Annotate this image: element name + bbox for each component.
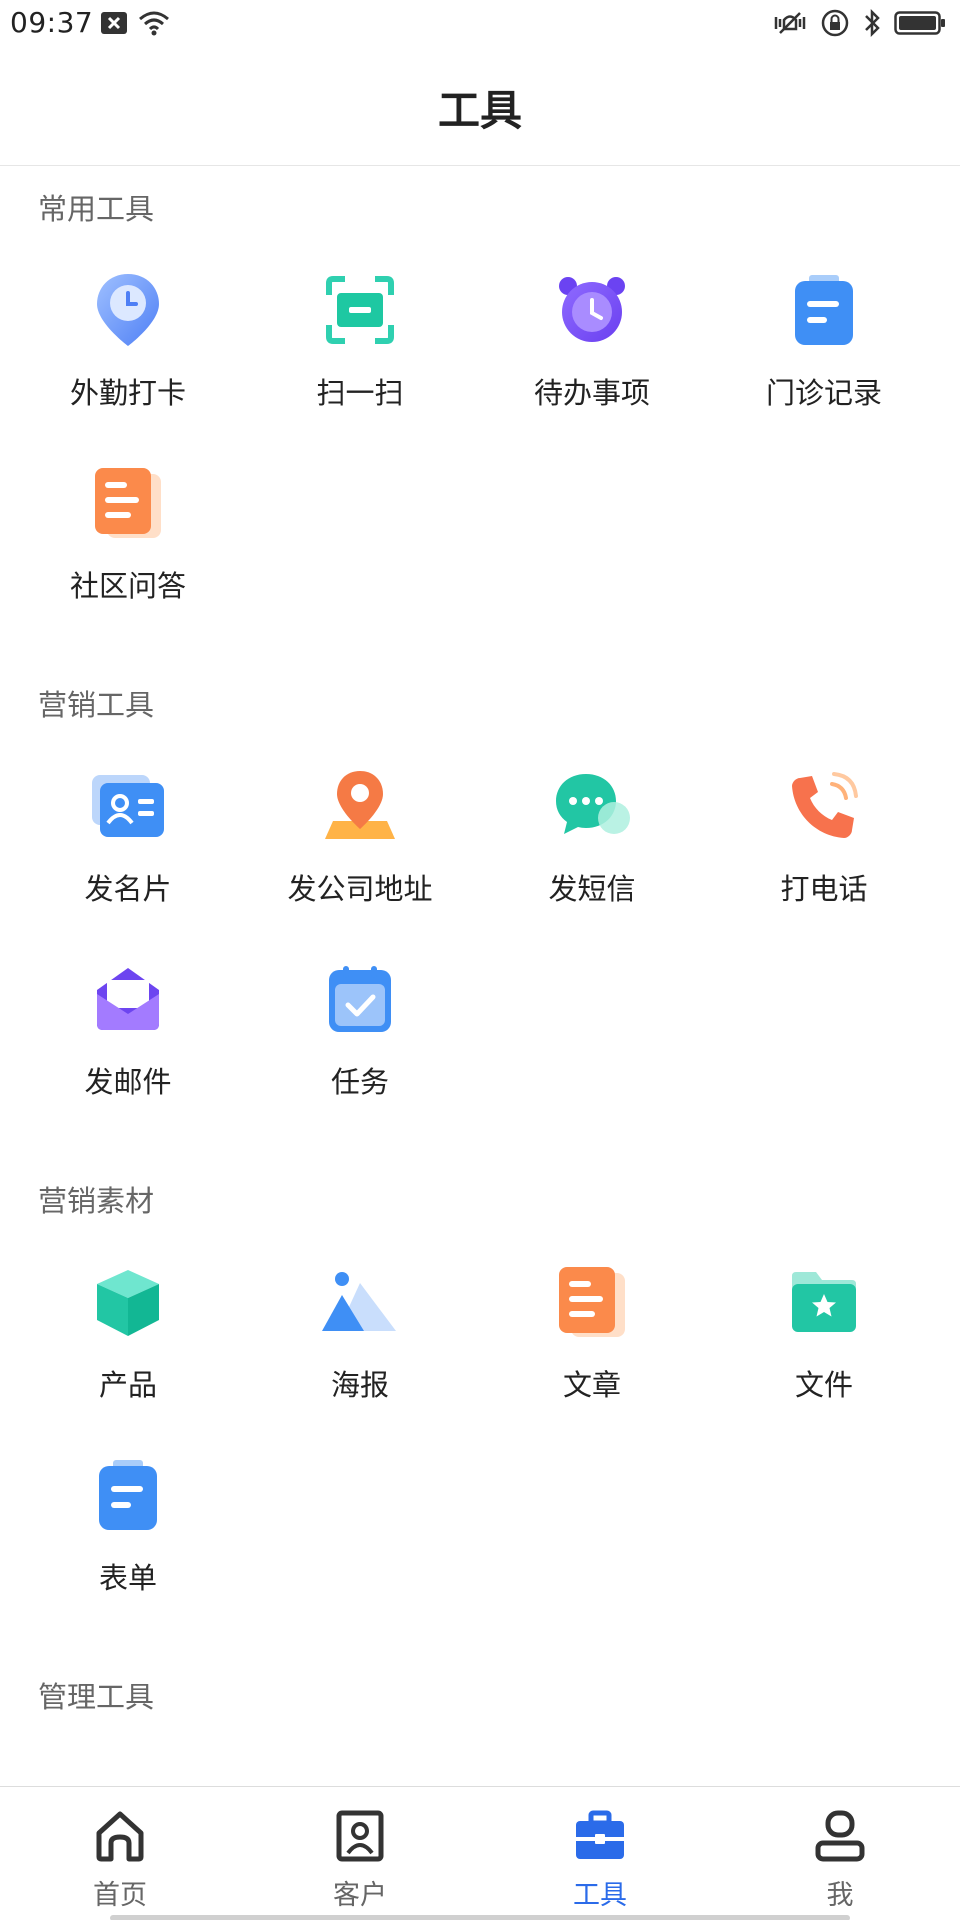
mail-icon [88,959,168,1039]
bottom-nav: 首页 客户 工具 我 [0,1786,960,1920]
business-card-icon [88,766,168,846]
tool-label: 发邮件 [84,1065,172,1099]
tool-poster[interactable]: 海报 [244,1226,476,1419]
tool-product[interactable]: 产品 [12,1226,244,1419]
tool-task[interactable]: 任务 [244,923,476,1116]
status-bar: 09:37 [0,0,960,50]
alarm-clock-icon [552,270,632,350]
clipboard-icon [784,270,864,350]
document-icon [88,463,168,543]
profile-icon [813,1809,867,1867]
tool-send-sms[interactable]: 发短信 [476,730,708,923]
tool-grid: 外勤打卡 扫一扫 待办事项 门诊记录 社区问答 [0,234,960,620]
section-title: 管理工具 [38,1680,155,1714]
section-title: 营销素材 [38,1184,155,1218]
tool-label: 门诊记录 [765,376,882,410]
nav-label: 客户 [333,1880,387,1911]
tool-label: 表单 [98,1561,157,1595]
form-icon [88,1455,168,1535]
nav-me[interactable]: 我 [720,1787,960,1920]
tool-label: 海报 [330,1368,389,1402]
cube-icon [88,1262,168,1342]
wifi-icon [138,10,170,40]
page-title: 工具 [437,86,522,135]
tool-field-checkin[interactable]: 外勤打卡 [12,234,244,427]
tool-form[interactable]: 表单 [12,1419,244,1612]
tool-scan[interactable]: 扫一扫 [244,234,476,427]
tool-label: 发名片 [84,872,172,906]
tool-call[interactable]: 打电话 [708,730,940,923]
nav-home[interactable]: 首页 [0,1787,240,1920]
section-marketing-materials: 营销素材 产品 海报 文章 文件 表单 [0,1176,960,1612]
tool-label: 社区问答 [69,569,186,603]
calendar-check-icon [320,959,400,1039]
tool-send-card[interactable]: 发名片 [12,730,244,923]
tool-todo[interactable]: 待办事项 [476,234,708,427]
tool-article[interactable]: 文章 [476,1226,708,1419]
mountain-image-icon [320,1262,400,1342]
tool-community-qa[interactable]: 社区问答 [12,427,244,620]
tool-label: 打电话 [780,872,868,906]
bluetooth-icon [862,8,882,42]
tool-clinic-records[interactable]: 门诊记录 [708,234,940,427]
section-marketing-tools: 营销工具 发名片 发公司地址 发短信 打电话 发邮件 任务 [0,680,960,1116]
nav-label: 首页 [93,1880,147,1911]
home-indicator[interactable] [110,1915,850,1920]
tool-label: 发短信 [548,872,636,906]
notification-x-icon [100,11,128,39]
home-icon [93,1809,147,1867]
nav-label: 工具 [573,1880,627,1911]
tool-file[interactable]: 文件 [708,1226,940,1419]
tool-label: 待办事项 [533,376,650,410]
app-header: 工具 [0,50,960,166]
customer-icon [333,1809,387,1867]
article-icon [552,1262,632,1342]
toolbox-icon [573,1809,627,1867]
tool-label: 发公司地址 [287,872,433,906]
nav-tools[interactable]: 工具 [480,1787,720,1920]
battery-icon [894,10,946,40]
tool-label: 文件 [794,1368,853,1402]
section-management-tools: 管理工具 [0,1672,960,1722]
tool-label: 文章 [562,1368,621,1402]
tool-label: 扫一扫 [316,376,404,410]
scan-icon [320,270,400,350]
tool-label: 任务 [330,1065,389,1099]
status-left-icons [100,10,170,40]
tool-label: 产品 [98,1368,157,1402]
nav-customers[interactable]: 客户 [240,1787,480,1920]
tool-label: 外勤打卡 [69,376,186,410]
status-time: 09:37 [10,6,94,39]
section-common-tools: 常用工具 外勤打卡 扫一扫 待办事项 门诊记录 社区问答 [0,184,960,620]
tool-grid: 产品 海报 文章 文件 表单 [0,1226,960,1612]
lock-rotation-icon [820,8,850,42]
chat-bubble-icon [552,766,632,846]
tool-grid: 发名片 发公司地址 发短信 打电话 发邮件 任务 [0,730,960,1116]
vibrate-mute-icon [772,9,808,41]
tool-send-email[interactable]: 发邮件 [12,923,244,1116]
folder-star-icon [784,1262,864,1342]
nav-label: 我 [826,1880,854,1911]
section-title: 营销工具 [38,688,155,722]
tools-screen: 09:37 工具 常用工具 外勤打卡 扫一扫 待办事项 门诊记录 社区问答 营销… [0,0,960,1920]
status-right-icons [772,8,946,42]
location-clock-icon [88,270,168,350]
tools-content[interactable]: 常用工具 外勤打卡 扫一扫 待办事项 门诊记录 社区问答 营销工具 发名片 发公… [0,166,960,1786]
tool-send-address[interactable]: 发公司地址 [244,730,476,923]
map-pin-icon [320,766,400,846]
phone-icon [784,766,864,846]
section-title: 常用工具 [38,192,155,226]
